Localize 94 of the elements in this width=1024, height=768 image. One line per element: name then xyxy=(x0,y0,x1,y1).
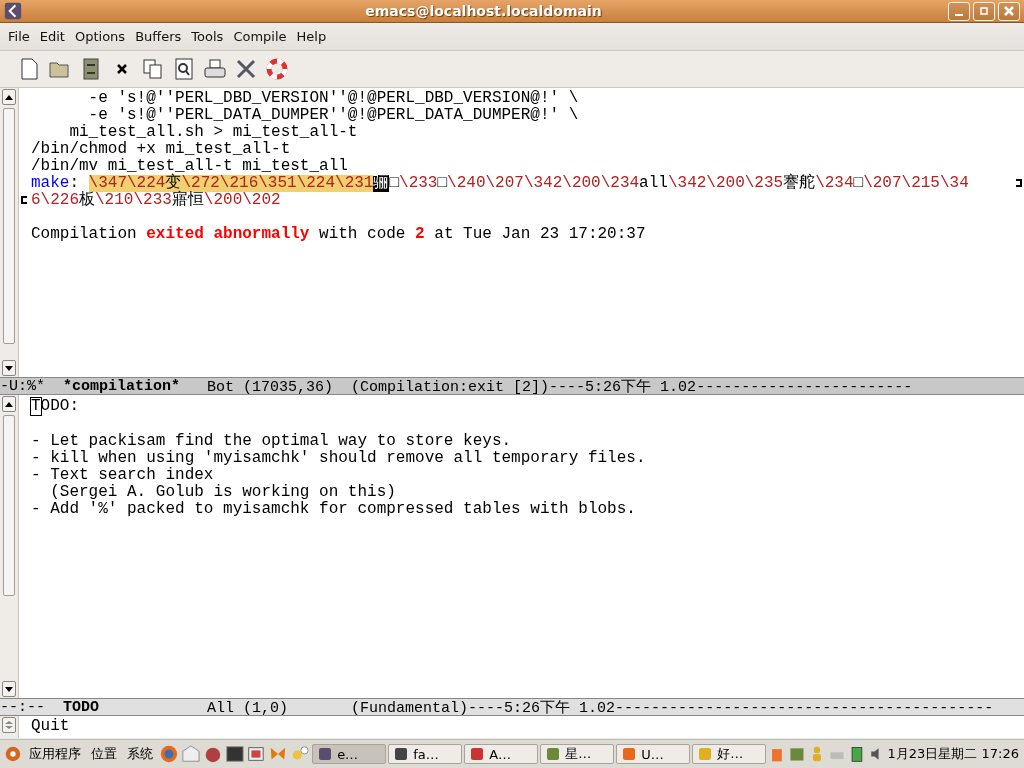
search-icon[interactable] xyxy=(173,58,195,80)
code-text: ODO: xyxy=(40,398,79,415)
up-arrow-icon xyxy=(5,94,13,100)
scroll-up-button[interactable] xyxy=(2,89,16,105)
code-text: \210\233 xyxy=(95,192,172,209)
panel-menu[interactable]: 系统 xyxy=(122,745,157,763)
code-text: (Sergei A. Golub is working on this) xyxy=(49,484,396,501)
task-button[interactable]: 星… xyxy=(540,744,615,764)
terminal-icon[interactable] xyxy=(224,744,245,764)
code-text: : xyxy=(69,175,79,192)
scroll-thumb[interactable] xyxy=(3,415,15,596)
code-text: - Let packisam find the optimal way to store keys. xyxy=(31,433,512,450)
lifebuoy-icon[interactable] xyxy=(266,58,288,80)
menu-item[interactable]: File xyxy=(3,29,35,44)
minimize-icon xyxy=(955,14,963,16)
clock[interactable]: 1月23日星期二 17:26 xyxy=(887,745,1021,763)
code-text: 6\226 xyxy=(31,192,79,209)
menu-item[interactable]: Buffers xyxy=(130,29,187,44)
panel-menu[interactable]: 位置 xyxy=(86,745,121,763)
close-icon xyxy=(1004,6,1014,16)
code-text: □ xyxy=(437,175,448,192)
menu-item[interactable]: Help xyxy=(291,29,332,44)
code-text: \207\215\34 xyxy=(863,175,969,192)
code-text: - Add '%' packed to myisamchk for compressed tables with blobs. xyxy=(31,501,636,518)
mode-line-text: TODO xyxy=(63,699,100,715)
app-icon xyxy=(546,747,561,761)
code-text: Compilation xyxy=(31,226,138,243)
menu-item[interactable]: Edit xyxy=(34,29,70,44)
task-button[interactable]: e… xyxy=(312,744,387,764)
code-text: \234 xyxy=(815,175,854,192)
scroll-down-button[interactable] xyxy=(2,681,16,697)
task-button[interactable]: fa… xyxy=(388,744,463,764)
maximize-button[interactable] xyxy=(973,1,995,21)
up-arrow-icon xyxy=(5,401,13,407)
up-down-arrows-icon xyxy=(5,721,13,729)
code-text: \240\207\342\200\234 xyxy=(447,175,640,192)
code-text: \342\200\235 xyxy=(667,175,784,192)
code-text: \200\202 xyxy=(203,192,281,209)
code-text: 变 xyxy=(165,175,182,192)
mode-line-text: -U:%* xyxy=(0,378,46,394)
code-text: with code xyxy=(318,226,407,243)
code-text: /bin/chmod +x mi_test_all-t xyxy=(31,141,291,158)
code-text: - kill when using 'myisamchk' should remove all temporary files. xyxy=(31,450,646,467)
app-icon xyxy=(698,747,713,761)
scroll-up-button[interactable] xyxy=(2,396,16,412)
scroll-down-button[interactable] xyxy=(2,360,16,376)
code-text: □ xyxy=(389,175,400,192)
code-text: - Text search index xyxy=(31,467,214,484)
code-text: all xyxy=(639,175,668,192)
mode-line-text: --:-- xyxy=(0,699,46,715)
app-icon xyxy=(622,747,637,761)
code-text: \233 xyxy=(399,175,438,192)
minibuffer-text: Quit xyxy=(30,716,70,737)
code-text: 2 xyxy=(415,226,425,243)
menu-item[interactable]: Compile xyxy=(228,29,292,44)
code-text: -e 's!@''PERL_DBD_VERSION''@!@PERL_DBD_VERSION@!' \ xyxy=(87,90,579,107)
copy-icon[interactable] xyxy=(142,58,164,80)
scroll-button[interactable] xyxy=(2,717,16,733)
new-file-icon[interactable] xyxy=(18,58,40,80)
code-text: mi_test_all.sh > mi_test_all-t xyxy=(68,124,358,141)
browser-icon[interactable] xyxy=(158,744,179,764)
scroll-thumb[interactable] xyxy=(3,108,15,344)
menu-item[interactable]: Options xyxy=(69,29,131,44)
menu-item[interactable]: Tools xyxy=(186,29,229,44)
task-button[interactable]: A… xyxy=(464,744,539,764)
code-text: at Tue Jan 23 17:20:37 xyxy=(433,226,646,243)
code-text: exited abnormally xyxy=(146,226,310,243)
code-text: -e 's!@''PERL_DATA_DUMPER''@!@PERL_DATA_DUMPER@!' \ xyxy=(87,107,579,124)
close-button[interactable] xyxy=(998,1,1020,21)
app-icon xyxy=(318,747,333,761)
code-text: 寤恒 xyxy=(171,192,204,209)
window-title: emacs@localhost.localdomain xyxy=(364,3,603,19)
task-button[interactable]: 好… xyxy=(692,744,767,764)
down-arrow-icon xyxy=(5,686,13,692)
code-text: 謇舵 xyxy=(783,175,816,192)
scrollbar[interactable] xyxy=(0,395,19,698)
mode-line-text: Bot (17035,36) (Compilation:exit [2])----5:26下午 1.02------------------------ xyxy=(206,378,913,394)
mode-line-text: All (1,0) (Fundamental)----5:26下午 1.02------------------------------------------ xyxy=(206,699,994,715)
maximize-icon xyxy=(979,6,989,16)
task-button[interactable]: U… xyxy=(616,744,691,764)
app-icon xyxy=(394,747,409,761)
cabinet-icon[interactable] xyxy=(80,58,102,80)
code-text: 板 xyxy=(79,192,95,209)
down-arrow-icon xyxy=(5,365,13,371)
scrollbar[interactable] xyxy=(0,88,19,377)
code-text: □ xyxy=(853,175,864,192)
app-icon xyxy=(470,747,485,761)
panel-menu[interactable]: 应用程序 xyxy=(24,745,85,763)
mode-line-text: *compilation* xyxy=(63,378,181,394)
emacs-icon xyxy=(4,2,22,20)
minimize-button[interactable] xyxy=(948,1,970,21)
code-text: make xyxy=(31,175,70,192)
code-text: \347\224 xyxy=(88,175,166,192)
screen-icon[interactable] xyxy=(246,744,267,764)
